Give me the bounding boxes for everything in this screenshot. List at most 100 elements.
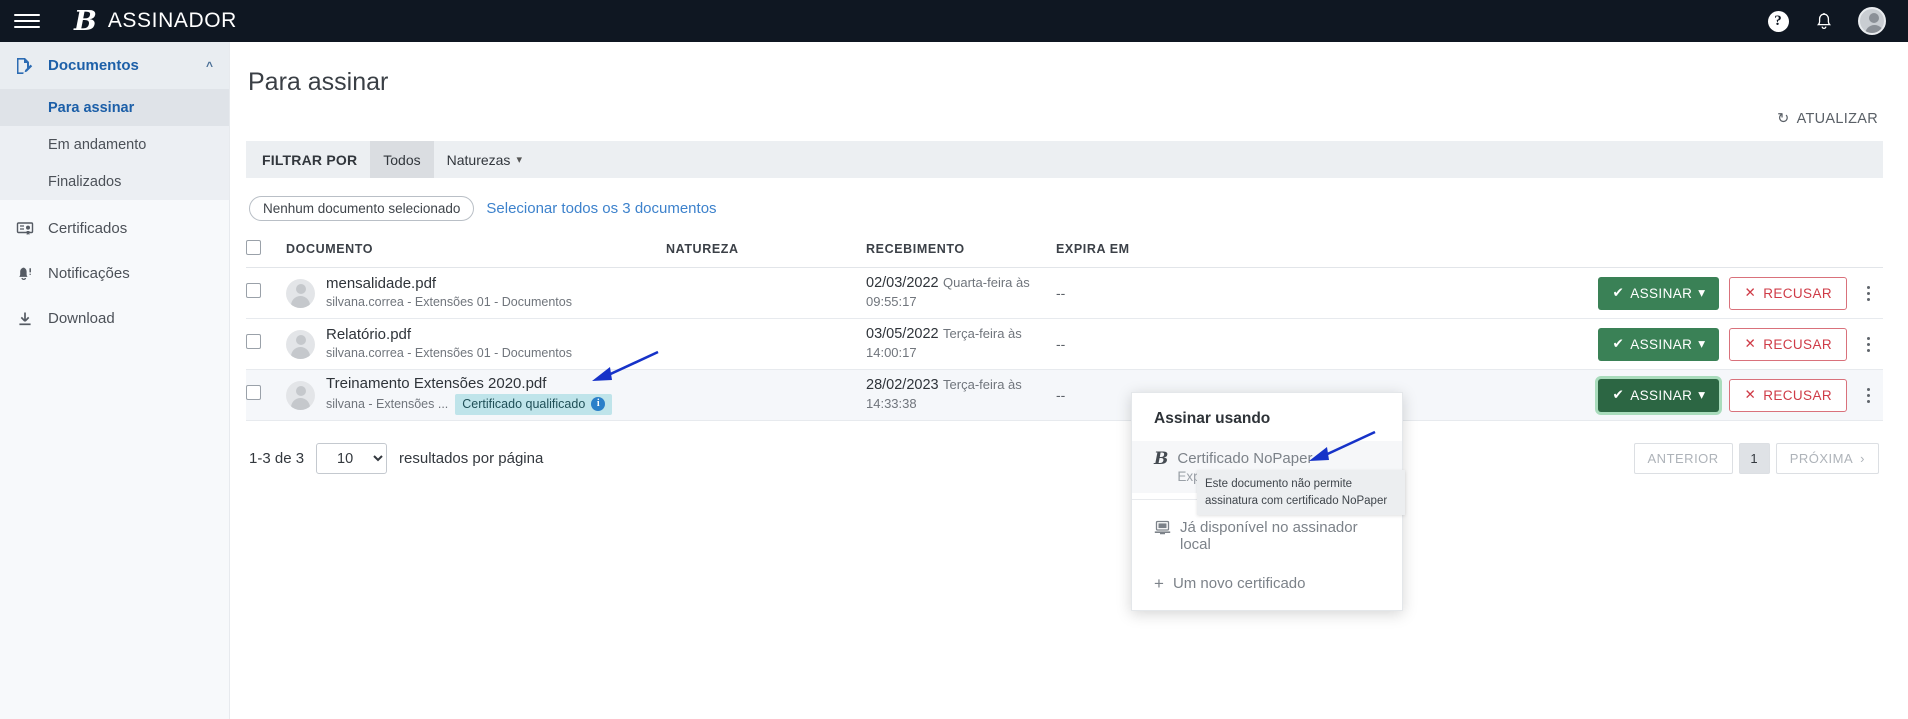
sign-button[interactable]: ✔ ASSINAR ▾ <box>1598 328 1719 361</box>
table-row[interactable]: Treinamento Extensões 2020.pdf silvana -… <box>246 370 1883 421</box>
user-avatar[interactable] <box>1858 7 1886 35</box>
recebimento-date: 03/05/2022 <box>866 326 939 342</box>
sidebar-item-certificados[interactable]: Certificados <box>0 206 229 251</box>
sidebar-item-download[interactable]: Download <box>0 296 229 341</box>
sign-button[interactable]: ✔ ASSINAR ▾ <box>1598 277 1719 310</box>
pagination-page-1[interactable]: 1 <box>1739 443 1770 474</box>
brand-name: ASSINADOR <box>108 9 237 33</box>
select-all-link[interactable]: Selecionar todos os 3 documentos <box>486 200 716 217</box>
sidebar-item-label: Notificações <box>48 265 130 282</box>
main-content: Para assinar ↻ ATUALIZAR FILTRAR POR Tod… <box>230 42 1908 719</box>
row-checkbox[interactable] <box>246 385 261 400</box>
body: Documentos ^ Para assinar Em andamento F… <box>0 42 1908 719</box>
status-badge-label: Certificado qualificado <box>462 396 585 414</box>
plus-icon: + <box>1154 575 1164 593</box>
row-natureza <box>666 319 866 370</box>
select-all-checkbox-cell <box>246 233 286 268</box>
sidebar-item-em-andamento[interactable]: Em andamento <box>0 126 229 163</box>
row-actions: ✔ ASSINAR ▾ ✕ RECUSAR <box>1236 268 1883 319</box>
brand-logo-icon: B <box>74 8 97 35</box>
filter-chip-label: Naturezas <box>447 152 511 168</box>
sidebar-group-documentos[interactable]: Documentos ^ <box>0 42 229 89</box>
sidebar-subnav: Para assinar Em andamento Finalizados <box>0 89 229 200</box>
document-name: Treinamento Extensões 2020.pdf <box>326 375 546 392</box>
column-header-documento: DOCUMENTO <box>286 233 666 268</box>
pagination: 1-3 de 3 10 25 50 100 resultados por pág… <box>246 443 1883 474</box>
refuse-button[interactable]: ✕ RECUSAR <box>1729 328 1847 361</box>
recebimento-date: 28/02/2023 <box>866 377 939 393</box>
dropdown-item-label: Já disponível no assinador local <box>1180 519 1382 553</box>
row-checkbox[interactable] <box>246 283 261 298</box>
filter-chip-label: Todos <box>383 152 420 168</box>
local-signer-icon <box>1154 520 1171 539</box>
refresh-icon: ↻ <box>1777 111 1789 127</box>
document-name: Relatório.pdf <box>326 326 411 343</box>
sidebar-item-label: Download <box>48 310 115 327</box>
chevron-down-icon: ▾ <box>1698 285 1705 301</box>
refresh-row: ↻ ATUALIZAR <box>246 111 1883 127</box>
row-more-options-icon[interactable] <box>1857 282 1879 305</box>
selection-status-pill: Nenhum documento selecionado <box>249 196 474 221</box>
row-checkbox[interactable] <box>246 334 261 349</box>
sidebar-item-finalizados[interactable]: Finalizados <box>0 163 229 200</box>
sidebar-group-label: Documentos <box>48 57 206 74</box>
filter-bar: FILTRAR POR Todos Naturezas ▾ <box>246 141 1883 178</box>
pagination-range: 1-3 de 3 <box>249 450 304 467</box>
row-expira: -- <box>1056 319 1236 370</box>
sidebar: Documentos ^ Para assinar Em andamento F… <box>0 42 230 719</box>
app-root: B ASSINADOR ? Documentos ^ Par <box>0 0 1908 719</box>
check-icon: ✔ <box>1612 387 1624 403</box>
table-row[interactable]: mensalidade.pdf silvana.correa - Extensõ… <box>246 268 1883 319</box>
filter-chip-todos[interactable]: Todos <box>370 141 433 178</box>
document-owner: silvana.correa - Extensões 01 - Document… <box>326 345 572 363</box>
help-icon[interactable]: ? <box>1766 9 1790 33</box>
refresh-label: ATUALIZAR <box>1797 111 1878 127</box>
document-name: mensalidade.pdf <box>326 275 436 292</box>
dropdown-item-novo-certificado[interactable]: + Um novo certificado <box>1132 566 1402 610</box>
chevron-down-icon: ▾ <box>1698 336 1705 352</box>
pagination-prev-button[interactable]: ANTERIOR <box>1634 443 1733 474</box>
topbar-actions: ? <box>1766 7 1886 35</box>
row-checkbox-cell <box>246 319 286 370</box>
row-more-options-icon[interactable] <box>1857 333 1879 356</box>
per-page-select[interactable]: 10 25 50 100 <box>316 443 387 474</box>
hamburger-menu-icon[interactable] <box>14 8 40 34</box>
row-recebimento: 02/03/2022 Quarta-feira às 09:55:17 <box>866 268 1056 319</box>
sidebar-item-para-assinar[interactable]: Para assinar <box>0 89 229 126</box>
chevron-up-icon: ^ <box>206 59 213 73</box>
notification-bell-icon[interactable] <box>1812 9 1836 33</box>
brand: B ASSINADOR <box>74 8 237 35</box>
select-all-checkbox[interactable] <box>246 240 261 255</box>
sidebar-item-notificacoes[interactable]: Notificações <box>0 251 229 296</box>
table-row[interactable]: Relatório.pdf silvana.correa - Extensões… <box>246 319 1883 370</box>
pagination-controls: ANTERIOR 1 PRÓXIMA › <box>1634 443 1883 474</box>
refuse-label: RECUSAR <box>1763 388 1832 403</box>
document-sign-icon <box>14 56 36 76</box>
refuse-button[interactable]: ✕ RECUSAR <box>1729 379 1847 412</box>
check-icon: ✔ <box>1612 285 1624 301</box>
document-owner: silvana.correa - Extensões 01 - Document… <box>326 294 572 312</box>
pagination-next-button[interactable]: PRÓXIMA › <box>1776 443 1879 474</box>
close-icon: ✕ <box>1744 336 1756 352</box>
sign-label: ASSINAR <box>1630 388 1692 403</box>
sign-button[interactable]: ✔ ASSINAR ▾ <box>1598 379 1719 412</box>
row-more-options-icon[interactable] <box>1857 384 1879 407</box>
selection-row: Nenhum documento selecionado Selecionar … <box>246 196 1883 221</box>
refuse-button[interactable]: ✕ RECUSAR <box>1729 277 1847 310</box>
row-natureza <box>666 268 866 319</box>
info-icon[interactable]: i <box>591 397 605 411</box>
help-glyph: ? <box>1768 11 1789 32</box>
top-bar: B ASSINADOR ? <box>0 0 1908 42</box>
row-document-cell: mensalidade.pdf silvana.correa - Extensõ… <box>286 268 666 319</box>
row-checkbox-cell <box>246 268 286 319</box>
check-icon: ✔ <box>1612 336 1624 352</box>
status-badge: Certificado qualificado i <box>455 394 612 416</box>
row-expira: -- <box>1056 268 1236 319</box>
row-natureza <box>666 370 866 421</box>
row-checkbox-cell <box>246 370 286 421</box>
row-recebimento: 28/02/2023 Terça-feira às 14:33:38 <box>866 370 1056 421</box>
filter-chip-naturezas[interactable]: Naturezas ▾ <box>434 141 535 178</box>
refresh-button[interactable]: ↻ ATUALIZAR <box>1777 111 1878 127</box>
avatar <box>286 381 315 410</box>
chevron-down-icon: ▾ <box>1698 387 1705 403</box>
